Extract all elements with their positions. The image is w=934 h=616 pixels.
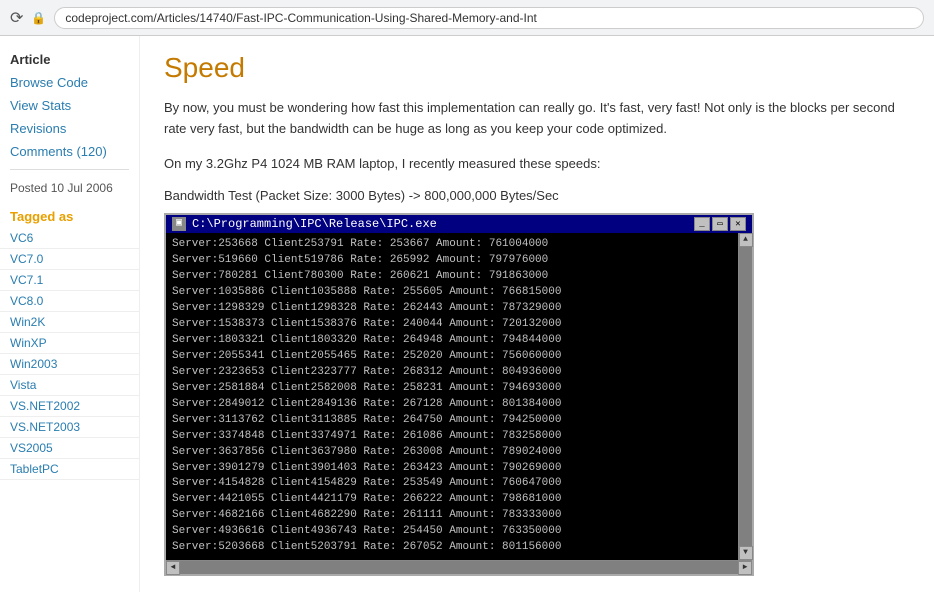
cmd-line: Server:780281 Client780300 Rate: 260621 … [172, 269, 734, 285]
sidebar-links: Browse CodeView StatsRevisionsComments (… [0, 71, 139, 163]
cmd-titlebar-buttons: _ ▭ ✕ [694, 217, 746, 231]
cmd-titlebar: ▣ C:\Programming\IPC\Release\IPC.exe _ ▭… [166, 215, 752, 233]
intro-paragraph: By now, you must be wondering how fast t… [164, 98, 910, 140]
cmd-line: Server:4682166 Client4682290 Rate: 26111… [172, 508, 734, 524]
cmd-line: Server:1538373 Client1538376 Rate: 24004… [172, 317, 734, 333]
cmd-line: Server:1803321 Client1803320 Rate: 26494… [172, 333, 734, 349]
cmd-line: Server:2581884 Client2582008 Rate: 25823… [172, 381, 734, 397]
cmd-line: Server:1035886 Client1035888 Rate: 25560… [172, 285, 734, 301]
tag-vc7.0[interactable]: VC7.0 [0, 249, 139, 270]
cmd-line: Server:4936616 Client4936743 Rate: 25445… [172, 524, 734, 540]
cmd-scroll-track [739, 247, 752, 546]
tag-win2k[interactable]: Win2K [0, 312, 139, 333]
refresh-icon[interactable]: ⟳ [10, 8, 23, 28]
page-layout: Article Browse CodeView StatsRevisionsCo… [0, 36, 934, 592]
cmd-line: Server:5203668 Client5203791 Rate: 26705… [172, 540, 734, 556]
sidebar: Article Browse CodeView StatsRevisionsCo… [0, 36, 140, 592]
sidebar-link-browse-code[interactable]: Browse Code [0, 71, 139, 94]
cmd-title-text: C:\Programming\IPC\Release\IPC.exe [192, 217, 437, 231]
tag-vista[interactable]: Vista [0, 375, 139, 396]
cmd-scroll-down-button[interactable]: ▼ [739, 546, 753, 560]
address-bar[interactable] [54, 7, 924, 29]
cmd-line: Server:3113762 Client3113885 Rate: 26475… [172, 413, 734, 429]
tag-vs.net2002[interactable]: VS.NET2002 [0, 396, 139, 417]
cmd-body: Server:253668 Client253791 Rate: 253667 … [166, 233, 752, 560]
tag-winxp[interactable]: WinXP [0, 333, 139, 354]
cmd-line: Server:3374848 Client3374971 Rate: 26108… [172, 429, 734, 445]
page-title: Speed [164, 52, 910, 84]
tag-tabletpc[interactable]: TabletPC [0, 459, 139, 480]
cmd-titlebar-left: ▣ C:\Programming\IPC\Release\IPC.exe [172, 217, 437, 231]
sidebar-tags: VC6VC7.0VC7.1VC8.0Win2KWinXPWin2003Vista… [0, 228, 139, 480]
cmd-line: Server:2055341 Client2055465 Rate: 25202… [172, 349, 734, 365]
browser-bar: ⟳ 🔒 [0, 0, 934, 36]
cmd-restore-button[interactable]: ▭ [712, 217, 728, 231]
cmd-icon: ▣ [172, 217, 186, 231]
sidebar-tagged-label: Tagged as [0, 201, 139, 228]
cmd-close-button[interactable]: ✕ [730, 217, 746, 231]
cmd-scroll-left-button[interactable]: ◄ [166, 561, 180, 575]
cmd-scroll-right-button[interactable]: ► [738, 561, 752, 575]
cmd-line: Server:3901279 Client3901403 Rate: 26342… [172, 461, 734, 477]
cmd-line: Server:2849012 Client2849136 Rate: 26712… [172, 397, 734, 413]
tag-vc6[interactable]: VC6 [0, 228, 139, 249]
cmd-minimize-button[interactable]: _ [694, 217, 710, 231]
main-content: Speed By now, you must be wondering how … [140, 36, 934, 592]
sidebar-article-title: Article [0, 46, 139, 71]
cmd-line: Server:253668 Client253791 Rate: 253667 … [172, 237, 734, 253]
tag-vs.net2003[interactable]: VS.NET2003 [0, 417, 139, 438]
lock-icon: 🔒 [31, 11, 46, 25]
cmd-scroll-htrack [180, 561, 738, 574]
bandwidth-label: Bandwidth Test (Packet Size: 3000 Bytes)… [164, 188, 910, 203]
cmd-body-wrapper: Server:253668 Client253791 Rate: 253667 … [166, 233, 752, 560]
cmd-bottom-scrollbar: ◄ ► [166, 560, 752, 574]
cmd-line: Server:2323653 Client2323777 Rate: 26831… [172, 365, 734, 381]
cmd-line: Server:519660 Client519786 Rate: 265992 … [172, 253, 734, 269]
speed-paragraph: On my 3.2Ghz P4 1024 MB RAM laptop, I re… [164, 154, 910, 175]
cmd-line: Server:4421055 Client4421179 Rate: 26622… [172, 492, 734, 508]
cmd-line: Server:1298329 Client1298328 Rate: 26244… [172, 301, 734, 317]
tag-vc7.1[interactable]: VC7.1 [0, 270, 139, 291]
sidebar-link-revisions[interactable]: Revisions [0, 117, 139, 140]
sidebar-link-comments[interactable]: Comments (120) [0, 140, 139, 163]
cmd-window: ▣ C:\Programming\IPC\Release\IPC.exe _ ▭… [164, 213, 754, 576]
cmd-line: Server:3637856 Client3637980 Rate: 26300… [172, 445, 734, 461]
sidebar-link-view-stats[interactable]: View Stats [0, 94, 139, 117]
cmd-scroll-up-button[interactable]: ▲ [739, 233, 753, 247]
sidebar-divider [10, 169, 129, 170]
cmd-line: Server:4154828 Client4154829 Rate: 25354… [172, 476, 734, 492]
tag-win2003[interactable]: Win2003 [0, 354, 139, 375]
cmd-scrollbar[interactable]: ▲ ▼ [738, 233, 752, 560]
tag-vc8.0[interactable]: VC8.0 [0, 291, 139, 312]
tag-vs2005[interactable]: VS2005 [0, 438, 139, 459]
sidebar-posted: Posted 10 Jul 2006 [0, 176, 139, 201]
